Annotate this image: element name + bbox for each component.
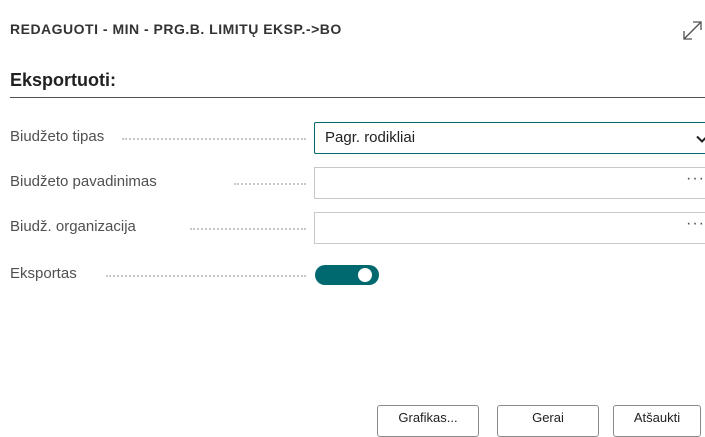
expand-icon[interactable] [680, 18, 705, 43]
budget-organization-label: Biudž. organizacija [10, 218, 136, 235]
label-leader-dots [234, 181, 306, 185]
budget-type-value: Pagr. rodikliai [325, 129, 416, 146]
chevron-down-icon[interactable] [695, 132, 705, 146]
section-title: Eksportuoti: [10, 70, 116, 90]
export-toggle[interactable] [315, 265, 379, 285]
ellipsis-icon[interactable]: ··· [686, 170, 705, 188]
dialog-title: REDAGUOTI - MIN - PRG.B. LIMITŲ EKSP.->B… [10, 21, 342, 37]
budget-type-label: Biudžeto tipas [10, 128, 105, 145]
budget-type-dropdown[interactable]: Pagr. rodikliai [314, 122, 705, 154]
schedule-button-label: Grafikas... [398, 409, 458, 425]
export-label: Eksportas [10, 265, 77, 282]
cancel-button-label: Atšaukti [633, 409, 681, 425]
schedule-button[interactable]: Grafikas... [377, 405, 479, 437]
label-leader-dots [190, 226, 306, 230]
toggle-knob [358, 268, 372, 282]
ellipsis-icon[interactable]: ··· [686, 215, 705, 233]
budget-name-label: Biudžeto pavadinimas [10, 173, 157, 190]
label-leader-dots [106, 273, 306, 277]
field-row-budget-organization: Biudž. organizacija ··· [10, 212, 705, 244]
ok-button[interactable]: Gerai [497, 405, 599, 437]
section-divider [10, 97, 705, 98]
label-leader-dots [122, 136, 306, 140]
field-row-budget-type: Biudžeto tipas Pagr. rodikliai [10, 122, 705, 154]
field-row-budget-name: Biudžeto pavadinimas ··· [10, 167, 705, 199]
budget-name-input[interactable]: ··· [314, 167, 705, 199]
cancel-button[interactable]: Atšaukti [613, 405, 701, 437]
field-row-export: Eksportas [10, 259, 705, 291]
ok-button-label: Gerai [532, 409, 564, 425]
budget-organization-input[interactable]: ··· [314, 212, 705, 244]
